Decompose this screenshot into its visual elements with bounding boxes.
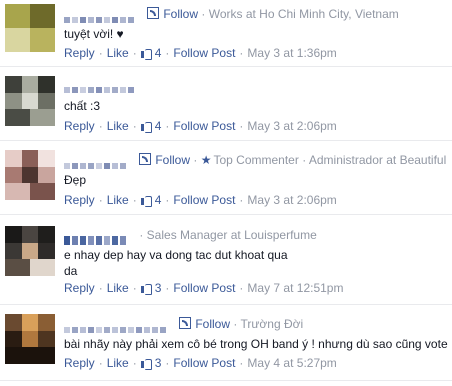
comment-item: Follow · Trường Đời bài nhãy này phải xe… — [0, 314, 452, 374]
follow-post-link[interactable]: Follow Post — [173, 46, 235, 60]
like-count[interactable]: 4 — [155, 193, 162, 207]
divider — [0, 214, 452, 215]
like-link[interactable]: Like — [107, 356, 129, 370]
author-work: · Works at Ho Chi Minh City, Vietnam — [201, 7, 399, 21]
like-count[interactable]: 4 — [155, 46, 162, 60]
comment-item: · Sales Manager at Louisperfume e nhay d… — [0, 226, 452, 302]
avatar[interactable] — [5, 76, 55, 126]
thumbs-up-icon — [140, 47, 152, 60]
comment-item: Follow · ★ Top Commenter · Administrador … — [0, 150, 452, 212]
top-commenter-badge: Top Commenter — [213, 153, 299, 167]
star-icon: ★ — [200, 153, 212, 167]
divider — [0, 380, 452, 381]
follow-post-link[interactable]: Follow Post — [173, 119, 235, 133]
like-count[interactable]: 3 — [155, 356, 162, 370]
comment-text: chất :3 — [64, 99, 101, 113]
comment-meta: Follow · Trường Đời — [64, 316, 304, 333]
reply-link[interactable]: Reply — [64, 46, 95, 60]
comment-meta: Follow · Works at Ho Chi Minh City, Viet… — [64, 6, 399, 23]
timestamp[interactable]: May 3 at 2:06pm — [247, 193, 336, 207]
thumbs-up-icon — [140, 194, 152, 207]
rss-icon — [147, 7, 160, 19]
comment-actions: Reply · Like · 3 · Follow Post · May 7 at 12:51p… — [64, 281, 344, 295]
avatar[interactable] — [5, 314, 55, 364]
comment-meta: · Sales Manager at Louisperfume — [64, 227, 317, 246]
timestamp[interactable]: May 4 at 5:27pm — [247, 356, 336, 370]
reply-link[interactable]: Reply — [64, 281, 95, 295]
reply-link[interactable]: Reply — [64, 193, 95, 207]
avatar[interactable] — [5, 150, 55, 200]
reply-link[interactable]: Reply — [64, 119, 95, 133]
comment-text: Đẹp — [64, 173, 87, 187]
thumbs-up-icon — [140, 282, 152, 295]
timestamp[interactable]: May 3 at 2:06pm — [247, 119, 336, 133]
like-link[interactable]: Like — [107, 193, 129, 207]
comment-actions: Reply · Like · 4 · Follow Post · May 3 at 1:36pm — [64, 46, 337, 60]
reply-link[interactable]: Reply — [64, 356, 95, 370]
thumbs-up-icon — [140, 120, 152, 133]
avatar[interactable] — [5, 226, 55, 276]
follow-link[interactable]: Follow — [163, 7, 198, 21]
rss-icon — [139, 153, 152, 165]
thumbs-up-icon — [140, 357, 152, 370]
comment-item: chất :3 Reply · Like · 4 · Follow Post · May 3 a… — [0, 76, 452, 136]
author-name[interactable] — [64, 157, 128, 169]
follow-post-link[interactable]: Follow Post — [173, 281, 235, 295]
divider — [0, 66, 452, 67]
author-name[interactable] — [64, 81, 136, 93]
comment-text: bài nhãy này phải xem cô bé trong OH ban… — [64, 337, 448, 351]
divider — [0, 304, 452, 305]
avatar[interactable] — [5, 4, 55, 52]
comment-actions: Reply · Like · 4 · Follow Post · May 3 at 2:06pm — [64, 119, 337, 133]
like-count[interactable]: 4 — [155, 119, 162, 133]
author-work: · Sales Manager at Louisperfume — [139, 228, 317, 242]
like-link[interactable]: Like — [107, 281, 129, 295]
follow-post-link[interactable]: Follow Post — [173, 193, 235, 207]
author-name[interactable] — [64, 321, 168, 333]
follow-post-link[interactable]: Follow Post — [173, 356, 235, 370]
author-work: · Trường Đời — [233, 317, 304, 331]
comment-item: Follow · Works at Ho Chi Minh City, Viet… — [0, 4, 452, 66]
author-name[interactable] — [64, 11, 136, 23]
comment-meta — [64, 76, 144, 93]
timestamp[interactable]: May 7 at 12:51pm — [247, 281, 343, 295]
like-count[interactable]: 3 — [155, 281, 162, 295]
comment-text: tuyệt vời! ♥ — [64, 27, 124, 41]
comment-meta: Follow · ★ Top Commenter · Administrador … — [64, 152, 447, 169]
comment-actions: Reply · Like · 3 · Follow Post · May 4 at 5:27pm — [64, 356, 337, 370]
like-link[interactable]: Like — [107, 46, 129, 60]
author-name[interactable] — [64, 232, 128, 246]
comment-actions: Reply · Like · 4 · Follow Post · May 3 at 2:06pm — [64, 193, 337, 207]
follow-link[interactable]: Follow — [155, 153, 190, 167]
divider — [0, 140, 452, 141]
like-link[interactable]: Like — [107, 119, 129, 133]
comment-text: e nhay dep hay va dong tac dut khoat qua… — [64, 248, 288, 278]
timestamp[interactable]: May 3 at 1:36pm — [247, 46, 336, 60]
author-work: · Administrador at Beautiful — [302, 153, 447, 167]
follow-link[interactable]: Follow — [195, 317, 230, 331]
rss-icon — [179, 317, 192, 329]
